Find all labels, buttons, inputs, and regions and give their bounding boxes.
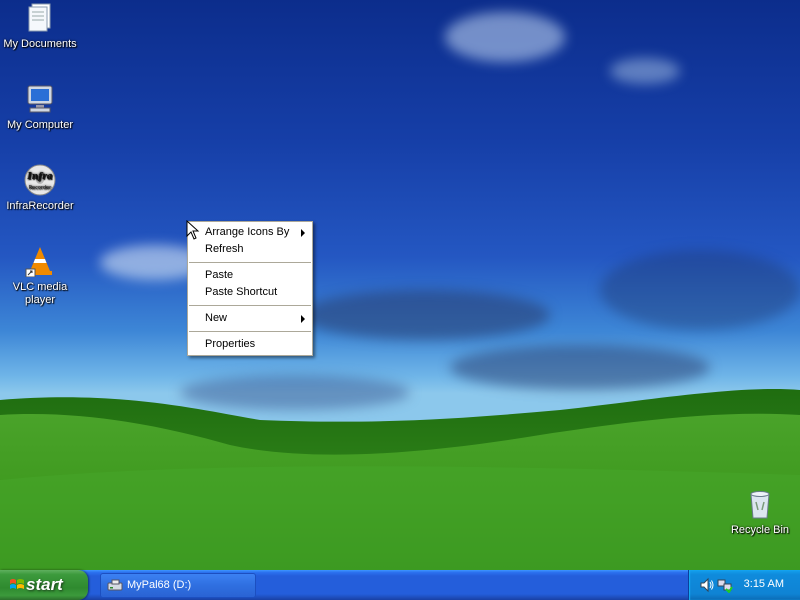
menu-item-refresh[interactable]: Refresh: [188, 241, 312, 258]
svg-text:Infra: Infra: [26, 172, 52, 182]
taskbar-button-mypal68[interactable]: MyPal68 (D:): [100, 573, 256, 598]
volume-icon[interactable]: [699, 577, 715, 593]
mouse-cursor-icon: [186, 220, 200, 240]
desktop-context-menu: Arrange Icons By Refresh Paste Paste Sho…: [187, 221, 313, 356]
green-hills: [0, 389, 800, 570]
network-icon[interactable]: [717, 577, 733, 593]
recycle-bin-icon: [744, 488, 776, 520]
menu-item-label: Arrange Icons By: [205, 226, 290, 238]
taskbar-button-label: MyPal68 (D:): [127, 579, 192, 591]
desktop-icon-my-documents[interactable]: My Documents: [0, 2, 80, 51]
menu-item-label: Refresh: [205, 243, 244, 255]
desktop-icon-label: Recycle Bin: [730, 524, 790, 536]
menu-item-new[interactable]: New: [188, 310, 312, 327]
infrarecorder-icon: Infra Recorder: [24, 164, 56, 196]
cloud: [610, 58, 680, 84]
start-button[interactable]: start: [0, 570, 88, 600]
menu-separator: [189, 305, 311, 306]
cloud: [600, 250, 800, 330]
desktop-icon-label: My Documents: [3, 38, 77, 50]
desktop-icon-label: My Computer: [6, 119, 74, 131]
cloud: [300, 290, 550, 340]
menu-separator: [189, 331, 311, 332]
submenu-arrow-icon: [301, 229, 305, 237]
my-documents-icon: [24, 2, 56, 34]
menu-item-label: Paste: [205, 269, 234, 281]
menu-item-label: Properties: [205, 338, 256, 350]
desktop-icon-label: InfraRecorder: [6, 200, 74, 212]
desktop[interactable]: My Documents My Computer Infra Recorder …: [0, 0, 800, 570]
desktop-icon-label: VLC media player: [12, 281, 68, 306]
submenu-arrow-icon: [301, 315, 305, 323]
vlc-icon: [24, 245, 56, 278]
menu-item-paste[interactable]: Paste: [188, 267, 312, 284]
desktop-icon-my-computer[interactable]: My Computer: [0, 83, 80, 132]
menu-item-paste-shortcut[interactable]: Paste Shortcut: [188, 284, 312, 301]
desktop-icon-recycle-bin[interactable]: Recycle Bin: [720, 488, 800, 537]
windows-logo-icon: [10, 579, 24, 589]
desktop-icon-infrarecorder[interactable]: Infra Recorder InfraRecorder: [0, 164, 80, 213]
my-computer-icon: [24, 83, 56, 115]
svg-text:Recorder: Recorder: [29, 185, 52, 191]
menu-item-properties[interactable]: Properties: [188, 336, 312, 353]
start-label: start: [26, 575, 63, 594]
clock[interactable]: 3:15 AM: [744, 578, 784, 590]
menu-item-label: Paste Shortcut: [205, 286, 278, 298]
desktop-icon-vlc[interactable]: VLC media player: [0, 245, 80, 307]
menu-item-arrange-icons-by[interactable]: Arrange Icons By: [188, 224, 312, 241]
menu-separator: [189, 262, 311, 263]
cloud: [445, 12, 565, 62]
drive-icon: [107, 579, 123, 591]
taskbar: start MyPal68 (D:) 3:15 AM: [0, 570, 800, 600]
menu-item-label: New: [205, 312, 228, 324]
system-tray: 3:15 AM: [688, 570, 800, 600]
